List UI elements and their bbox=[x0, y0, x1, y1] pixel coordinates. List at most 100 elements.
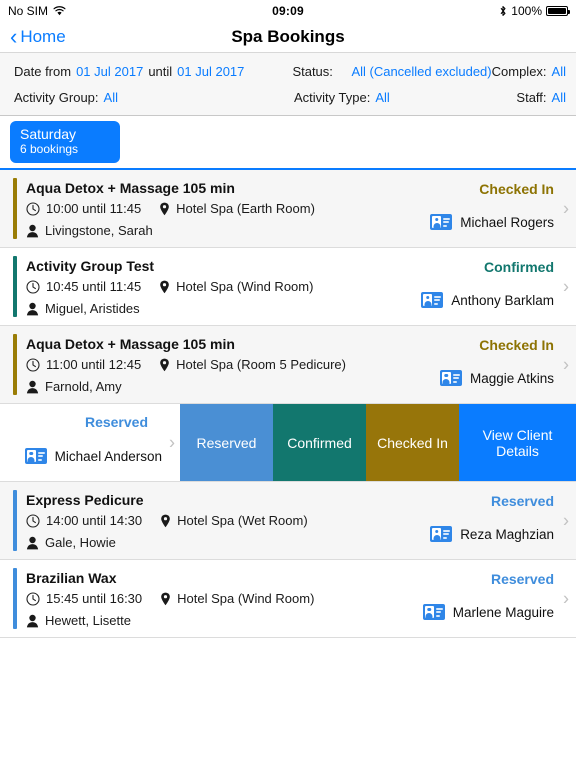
filter-activity-group[interactable]: Activity Group: All bbox=[14, 90, 294, 105]
swipe-action-buttons: Reserved Confirmed Checked In View Clien… bbox=[180, 404, 576, 481]
booking-time-label: 10:45 until 11:45 bbox=[46, 279, 142, 294]
person-icon bbox=[26, 380, 39, 394]
booking-staff-label: Michael Rogers bbox=[460, 214, 554, 230]
booking-row[interactable]: Aqua Detox + Massage 105 min 11:00 until… bbox=[0, 326, 576, 404]
booking-time: 11:00 until 12:45 bbox=[26, 355, 141, 375]
activity-group-value[interactable]: All bbox=[104, 90, 118, 105]
staff-filter-label: Staff: bbox=[516, 89, 547, 105]
complex-filter-label: Complex: bbox=[491, 63, 547, 79]
booking-staff-label: Michael Anderson bbox=[54, 448, 162, 464]
filter-complex[interactable]: Complex: All bbox=[492, 64, 566, 79]
filter-row-1: Date from 01 Jul 2017 until 01 Jul 2017 … bbox=[14, 61, 566, 81]
page-title: Spa Bookings bbox=[231, 27, 345, 46]
status-badge: Confirmed bbox=[484, 259, 554, 275]
clock-icon bbox=[26, 202, 40, 216]
booking-client-label: Hewett, Lisette bbox=[45, 613, 131, 628]
clock-icon bbox=[26, 358, 40, 372]
date-from-value[interactable]: 01 Jul 2017 bbox=[76, 64, 143, 79]
staff-filter-value[interactable]: All bbox=[552, 90, 566, 105]
booking-client-label: Gale, Howie bbox=[45, 535, 116, 550]
status-badge: Reserved bbox=[490, 493, 554, 509]
swipe-action-reserved[interactable]: Reserved bbox=[180, 404, 273, 481]
filter-row-2: Activity Group: All Activity Type: All S… bbox=[14, 87, 566, 107]
booking-row-right: Reserved Reza Maghzian bbox=[324, 492, 554, 542]
day-tab-saturday[interactable]: Saturday 6 bookings bbox=[10, 121, 120, 163]
swipe-action-checked-in[interactable]: Checked In bbox=[366, 404, 459, 481]
disclosure-chevron-icon[interactable]: › bbox=[563, 354, 569, 375]
status-badge: Reserved bbox=[490, 571, 554, 587]
booking-staff: Marlene Maguire bbox=[324, 604, 554, 620]
booking-time-label: 10:00 until 11:45 bbox=[46, 201, 142, 216]
disclosure-chevron-icon[interactable]: › bbox=[563, 276, 569, 297]
booking-time: 10:00 until 11:45 bbox=[26, 199, 141, 219]
booking-client-label: Farnold, Amy bbox=[45, 379, 122, 394]
status-filter-value[interactable]: All (Cancelled excluded) bbox=[351, 64, 491, 79]
filter-activity-type[interactable]: Activity Type: All bbox=[294, 90, 516, 105]
disclosure-chevron-icon[interactable]: › bbox=[563, 588, 569, 609]
booking-client-label: Livingstone, Sarah bbox=[45, 223, 153, 238]
booking-location: Hotel Spa (Earth Room) bbox=[159, 199, 315, 219]
filter-status[interactable]: Status: All (Cancelled excluded) bbox=[292, 64, 491, 79]
status-badge: Checked In bbox=[479, 181, 554, 197]
complex-filter-value[interactable]: All bbox=[552, 64, 566, 79]
disclosure-chevron-icon[interactable]: › bbox=[563, 510, 569, 531]
booking-staff-label: Anthony Barklam bbox=[451, 292, 554, 308]
activity-type-label: Activity Type: bbox=[294, 89, 371, 105]
swipe-action-confirmed[interactable]: Confirmed bbox=[273, 404, 366, 481]
status-bar-right: 100% bbox=[499, 4, 570, 18]
booking-staff-label: Reza Maghzian bbox=[460, 526, 554, 542]
status-bar-clock: 09:09 bbox=[272, 4, 304, 18]
battery-icon bbox=[546, 6, 570, 16]
disclosure-chevron-icon[interactable]: › bbox=[169, 432, 175, 453]
clock-icon bbox=[26, 592, 40, 606]
status-bar: No SIM 09:09 100% bbox=[0, 0, 576, 22]
booking-row-swiped[interactable]: Reserved Michael Anderson › Reserved Con… bbox=[0, 404, 576, 482]
empty-list-area bbox=[0, 638, 576, 768]
battery-percent-label: 100% bbox=[511, 4, 542, 18]
navigation-bar: ‹ Home Spa Bookings bbox=[0, 22, 576, 52]
bluetooth-icon bbox=[499, 5, 507, 17]
swipe-action-view-client-details[interactable]: View Client Details bbox=[459, 404, 576, 481]
booking-time-label: 14:00 until 14:30 bbox=[46, 513, 143, 528]
status-badge: Checked In bbox=[479, 337, 554, 353]
contact-card-icon bbox=[421, 292, 444, 308]
disclosure-chevron-icon[interactable]: › bbox=[563, 198, 569, 219]
location-pin-icon bbox=[160, 592, 171, 606]
booking-location: Hotel Spa (Room 5 Pedicure) bbox=[159, 355, 346, 375]
status-badge: Reserved bbox=[84, 414, 148, 430]
location-pin-icon bbox=[159, 280, 170, 294]
location-pin-icon bbox=[159, 358, 170, 372]
booking-time-label: 11:00 until 12:45 bbox=[46, 357, 142, 372]
booking-staff: Anthony Barklam bbox=[324, 292, 554, 308]
person-icon bbox=[26, 302, 39, 316]
booking-row[interactable]: Express Pedicure 14:00 until 14:30 Hotel… bbox=[0, 482, 576, 560]
booking-row-right: Confirmed Anthony Barklam bbox=[324, 258, 554, 308]
booking-row-right: Checked In Maggie Atkins bbox=[324, 336, 554, 386]
filter-staff[interactable]: Staff: All bbox=[516, 90, 566, 105]
booking-location: Hotel Spa (Wind Room) bbox=[159, 277, 313, 297]
booking-location-label: Hotel Spa (Wind Room) bbox=[177, 591, 315, 606]
booking-time: 14:00 until 14:30 bbox=[26, 511, 142, 531]
booking-row[interactable]: Activity Group Test 10:45 until 11:45 Ho… bbox=[0, 248, 576, 326]
booking-row[interactable]: Aqua Detox + Massage 105 min 10:00 until… bbox=[0, 170, 576, 248]
until-label: until bbox=[148, 63, 173, 79]
date-until-value[interactable]: 01 Jul 2017 bbox=[177, 64, 244, 79]
contact-card-icon bbox=[430, 214, 453, 230]
swiped-row-content[interactable]: Reserved Michael Anderson › bbox=[0, 404, 180, 481]
person-icon bbox=[26, 614, 39, 628]
date-from-label: Date from bbox=[14, 63, 72, 79]
booking-time: 15:45 until 16:30 bbox=[26, 589, 142, 609]
booking-location-label: Hotel Spa (Room 5 Pedicure) bbox=[176, 357, 346, 372]
person-icon bbox=[26, 536, 39, 550]
clock-icon bbox=[26, 280, 40, 294]
booking-location: Hotel Spa (Wind Room) bbox=[160, 589, 314, 609]
booking-row[interactable]: Brazilian Wax 15:45 until 16:30 Hotel Sp… bbox=[0, 560, 576, 638]
booking-location-label: Hotel Spa (Wind Room) bbox=[176, 279, 314, 294]
booking-location: Hotel Spa (Wet Room) bbox=[160, 511, 308, 531]
contact-card-icon bbox=[24, 448, 47, 464]
clock-icon bbox=[26, 514, 40, 528]
bookings-list: Aqua Detox + Massage 105 min 10:00 until… bbox=[0, 170, 576, 638]
booking-row-right: Checked In Michael Rogers bbox=[324, 180, 554, 230]
filter-date-range[interactable]: Date from 01 Jul 2017 until 01 Jul 2017 bbox=[14, 64, 292, 79]
activity-type-value[interactable]: All bbox=[375, 90, 389, 105]
